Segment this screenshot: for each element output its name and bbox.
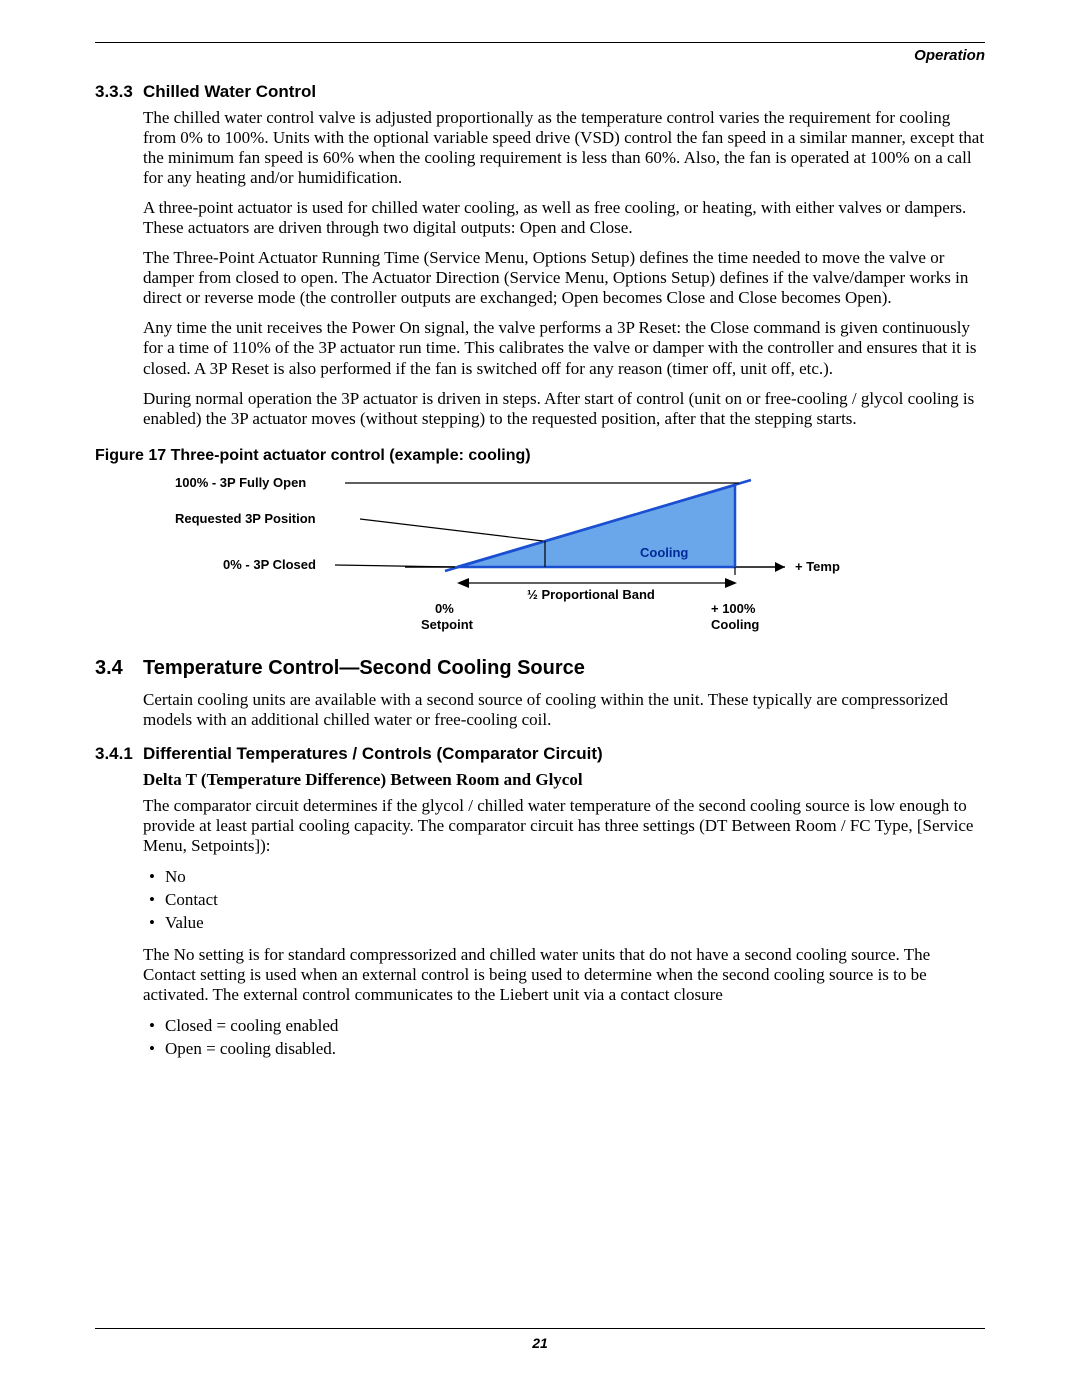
page-content: Operation 3.3.3 Chilled Water Control Th…: [95, 42, 985, 1071]
list-item: Closed = cooling enabled: [165, 1015, 985, 1038]
heading-3-4-1: 3.4.1 Differential Temperatures / Contro…: [95, 744, 985, 770]
section-3-4-1-body: Delta T (Temperature Difference) Between…: [143, 770, 985, 1061]
footer-rule: [95, 1328, 985, 1329]
list-item: Value: [165, 912, 985, 935]
actuator-chart-svg: [175, 475, 875, 635]
label-plus-temp: + Temp: [795, 559, 840, 574]
heading-number: 3.4.1: [95, 744, 143, 764]
section-3-3-3-body: The chilled water control valve is adjus…: [143, 108, 985, 429]
bullet-list-2: Closed = cooling enabled Open = cooling …: [143, 1015, 985, 1061]
figure-caption: Figure 17 Three-point actuator control (…: [95, 447, 985, 465]
page-footer: 21: [95, 1328, 985, 1353]
figure-17: 100% - 3P Fully Open Requested 3P Positi…: [175, 475, 875, 635]
list-item: Contact: [165, 889, 985, 912]
heading-title: Chilled Water Control: [143, 82, 316, 102]
label-closed: 0% - 3P Closed: [223, 557, 316, 572]
label-cooling-2: Cooling: [711, 617, 759, 632]
paragraph: During normal operation the 3P actuator …: [143, 389, 985, 429]
heading-3-4: 3.4 Temperature Control—Second Cooling S…: [95, 657, 985, 690]
paragraph: The Three-Point Actuator Running Time (S…: [143, 248, 985, 308]
subheading-delta-t: Delta T (Temperature Difference) Between…: [143, 770, 985, 790]
label-half-band: ½ Proportional Band: [527, 587, 655, 602]
bullet-list-1: No Contact Value: [143, 866, 985, 935]
paragraph: Certain cooling units are available with…: [143, 690, 985, 730]
section-3-4-body: Certain cooling units are available with…: [143, 690, 985, 730]
label-setpoint: Setpoint: [421, 617, 473, 632]
label-zero-percent: 0%: [435, 601, 454, 616]
heading-3-3-3: 3.3.3 Chilled Water Control: [95, 82, 985, 108]
heading-number: 3.3.3: [95, 82, 143, 102]
header-section-label: Operation: [95, 47, 985, 64]
paragraph: The chilled water control valve is adjus…: [143, 108, 985, 188]
paragraph: The No setting is for standard compresso…: [143, 945, 985, 1005]
paragraph: The comparator circuit determines if the…: [143, 796, 985, 856]
heading-title: Differential Temperatures / Controls (Co…: [143, 744, 603, 764]
list-item: No: [165, 866, 985, 889]
paragraph: A three-point actuator is used for chill…: [143, 198, 985, 238]
label-plus-100: + 100%: [711, 601, 755, 616]
header-rule: [95, 42, 985, 43]
heading-number: 3.4: [95, 657, 143, 680]
list-item: Open = cooling disabled.: [165, 1038, 985, 1061]
page-number: 21: [532, 1335, 548, 1351]
label-requested-position: Requested 3P Position: [175, 511, 316, 526]
label-fully-open: 100% - 3P Fully Open: [175, 475, 306, 490]
paragraph: Any time the unit receives the Power On …: [143, 318, 985, 378]
label-cooling: Cooling: [640, 545, 688, 560]
heading-title: Temperature Control—Second Cooling Sourc…: [143, 657, 585, 680]
